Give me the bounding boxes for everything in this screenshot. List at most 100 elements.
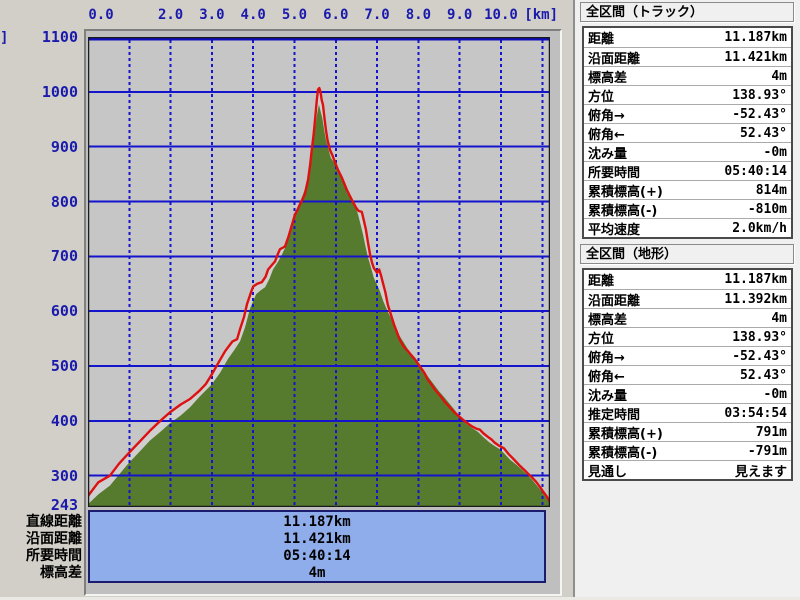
stat-row: 所要時間 05:40:14 [584,161,791,180]
y-axis-tick-label: 1000 [34,84,78,100]
y-axis-tick-label: 600 [34,303,78,319]
y-axis-unit-clipped: ] [0,30,8,46]
y-axis-tick-label: 300 [34,468,78,484]
x-axis-tick-label: 6.0 [314,7,358,23]
stat-row-value: -810m [748,202,791,217]
stat-row: 方位 138.93° [584,327,791,346]
stat-row-label: 累積標高(+) [584,181,663,200]
elevation-chart[interactable] [88,37,550,507]
stat-row-label: 累積標高(-) [584,442,657,461]
stat-row: 沿面距離11.392km [584,289,791,308]
stat-row-label: 沈み量 [584,143,627,162]
y-axis-tick-label: 700 [34,248,78,264]
stat-row-value: -791m [748,444,791,459]
summary-value: 4m [90,565,544,582]
stat-row-label: 平均速度 [584,219,640,238]
x-axis-tick-label: 5.0 [272,7,316,23]
stat-row: 見通し 見えます [584,460,791,479]
stat-row-label: 沈み量 [584,385,627,404]
stat-row-label: 標高差 [584,67,627,86]
stat-row-label: 俯角← [584,366,625,385]
stat-row-label: 俯角← [584,124,625,143]
stat-row: 標高差 4m [584,308,791,327]
stat-row-value: 138.93° [732,330,791,345]
stat-row-value: 11.421km [724,50,791,65]
x-axis-tick-label: 3.0 [190,7,234,23]
x-axis-unit-label: [km] [512,7,558,23]
stat-row-value: 11.187km [724,272,791,287]
stat-row-label: 俯角→ [584,105,625,124]
stat-table: 距離 11.187km 沿面距離11.392km標高差 4m 方位 138.93° 俯角→ -… [582,268,793,481]
stat-row: 俯角← 52.43° [584,123,791,142]
x-axis-tick-label: 0.0 [79,7,123,23]
stat-row-value: 791m [756,425,791,440]
stat-row-label: 累積標高(-) [584,200,657,219]
x-axis-tick-label: 8.0 [396,7,440,23]
stat-row: 沿面距離 11.421km [584,47,791,66]
x-axis-tick-label: 7.0 [355,7,399,23]
stat-row-value: 138.93° [732,88,791,103]
section-header: 全区間（トラック） [580,2,794,22]
stat-row-value: -52.43° [732,107,791,122]
stat-row: 推定時間 03:54:54 [584,403,791,422]
stat-row-label: 方位 [584,328,614,347]
stat-row: 沈み量 -0m [584,142,791,161]
stat-row-value: 2.0km/h [732,221,791,236]
stat-row: 俯角← 52.43° [584,365,791,384]
stat-row-label: 所要時間 [584,162,640,181]
stat-row-value: -0m [764,145,791,160]
stat-row-label: 沿面距離 [584,48,640,67]
stat-row-value: 11.187km [724,30,791,45]
stat-row: 標高差 4m [584,66,791,85]
stat-row-value: 05:40:14 [724,164,791,179]
stat-row: 累積標高(-) -791m [584,441,791,460]
stat-row-label: 沿面距離 [584,290,640,309]
stat-row-value: 52.43° [740,368,791,383]
summary-label: 直線距離 [0,514,84,531]
section-header: 全区間（地形） [580,244,794,264]
stat-row-value: -52.43° [732,349,791,364]
stat-row-label: 俯角→ [584,347,625,366]
stat-row-value: 見えます [735,461,791,480]
stat-row: 距離 11.187km [584,28,791,47]
stat-row: 平均速度 2.0km/h [584,218,791,237]
y-axis-tick-label: 400 [34,413,78,429]
stat-row-label: 見通し [584,461,627,480]
stat-row-value: -0m [764,387,791,402]
summary-label: 沿面距離 [0,531,84,548]
summary-value: 11.187km [90,514,544,531]
stat-row: 累積標高(-) -810m [584,199,791,218]
y-axis-tick-label: 900 [34,139,78,155]
x-axis-tick-label: 2.0 [149,7,193,23]
summary-label: 所要時間 [0,548,84,565]
stat-row: 累積標高(+) 814m [584,180,791,199]
summary-labels: 直線距離沿面距離所要時間標高差 [0,514,84,582]
stat-row-label: 距離 [584,270,614,289]
stat-row: 距離 11.187km [584,270,791,289]
summary-value: 11.421km [90,531,544,548]
stat-row-value: 03:54:54 [724,406,791,421]
y-axis-tick-label: 500 [34,358,78,374]
stat-table: 距離 11.187km 沿面距離 11.421km 標高差 4m 方位 138.93° 俯角→ -… [582,26,793,239]
stat-row-label: 累積標高(+) [584,423,663,442]
y-axis-tick-label: 1100 [34,29,78,45]
stat-row: 俯角→ -52.43° [584,104,791,123]
stat-row-value: 52.43° [740,126,791,141]
stat-row: 累積標高(+) 791m [584,422,791,441]
summary-label: 標高差 [0,565,84,582]
stat-row-label: 方位 [584,86,614,105]
stat-row-value: 814m [756,183,791,198]
stat-row-label: 標高差 [584,309,627,328]
elevation-chart-svg[interactable] [88,37,550,507]
y-axis-min-label: 243 [34,497,78,513]
y-axis-tick-label: 800 [34,194,78,210]
stat-row-value: 4m [771,69,791,84]
stat-row-value: 4m [771,311,791,326]
stat-row-label: 推定時間 [584,404,640,423]
stat-row: 俯角→ -52.43° [584,346,791,365]
stat-row-label: 距離 [584,28,614,47]
statistics-panel: 全区間（トラック） 距離 11.187km 沿面距離 11.421km 標高差 4m 方位 13… [573,0,800,600]
summary-value: 05:40:14 [90,548,544,565]
stat-row: 方位 138.93° [584,85,791,104]
x-axis-tick-label: 4.0 [231,7,275,23]
